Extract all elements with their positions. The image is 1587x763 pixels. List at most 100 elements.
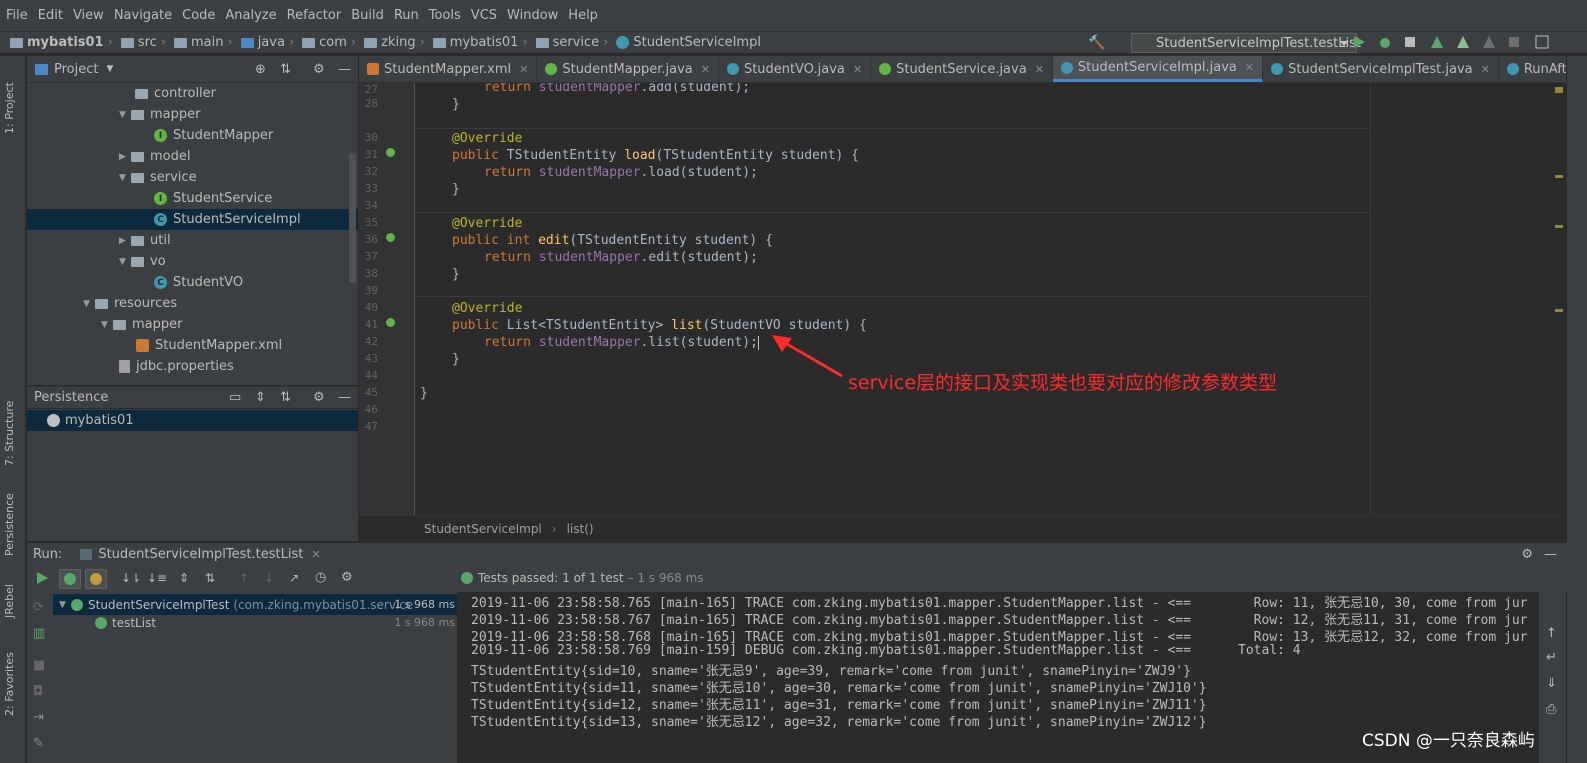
tree-item-model[interactable]: ▶ model [119,146,190,167]
breadcrumb-class[interactable]: StudentServiceImpl [424,522,542,536]
gear-icon[interactable]: ⚙ [1521,547,1533,562]
camera-icon[interactable]: ◘ [33,684,43,699]
tab-studentvo-java[interactable]: StudentVO.java ✕ [719,56,872,82]
menu-tools[interactable]: Tools [429,8,461,23]
implements-marker-icon[interactable] [386,148,395,157]
next-test-icon[interactable]: ↓ [264,571,274,585]
build-hammer-icon[interactable]: 🔨 [1088,35,1105,51]
locate-icon[interactable]: ⊕ [255,62,266,77]
tab-studentserviceimpltest-java[interactable]: StudentServiceImplTest.java ✕ [1263,56,1499,82]
crumb-src[interactable]: src › [120,35,170,50]
tree-item-vo[interactable]: ▼ vo [119,251,166,272]
attach-icon[interactable] [1482,35,1496,49]
persistence-item-mybatis01[interactable]: mybatis01 [27,410,358,431]
gear-icon[interactable]: ⚙ [313,390,325,405]
collapse-all-icon[interactable]: ⇅ [280,390,291,405]
close-icon[interactable]: ✕ [1481,63,1490,76]
tab-studentserviceimpl-java[interactable]: StudentServiceImpl.java ✕ [1052,56,1264,82]
close-icon[interactable]: ✕ [853,63,862,76]
menu-vcs[interactable]: VCS [471,8,497,23]
up-icon[interactable]: ↑ [1546,626,1557,641]
crumb-class[interactable]: StudentServiceImpl [616,35,761,50]
soft-wrap-icon[interactable]: ↵ [1546,650,1557,665]
editor-scrollbar[interactable] [1552,83,1566,515]
menu-navigate[interactable]: Navigate [114,8,172,23]
exit-icon[interactable]: ⇥ [33,710,44,725]
expand-all-icon[interactable]: ⇕ [255,390,266,405]
run-configuration-select[interactable]: StudentServiceImplTest.testList [1131,33,1361,53]
tree-scrollbar[interactable] [349,153,356,283]
minimize-icon[interactable]: — [338,62,351,77]
tree-item-resources[interactable]: ▼ resources [83,293,177,314]
crumb-project[interactable]: mybatis01 › [10,35,117,50]
favorites-tool-button[interactable]: 2: Favorites [3,644,16,716]
debug-icon[interactable] [1378,35,1392,49]
tree-item-mapper[interactable]: ▼ mapper [119,104,200,125]
menu-window[interactable]: Window [507,8,558,23]
sort-alpha-icon[interactable]: ↓⇂ [121,571,141,585]
close-icon[interactable]: ✕ [701,63,710,76]
tree-item-util[interactable]: ▶ util [119,230,171,251]
code-editor[interactable]: return studentMapper.add(student); } @Ov… [416,83,1566,515]
persistence-tool-button[interactable]: Persistence [3,476,16,556]
tree-item-studentservice[interactable]: I StudentService [154,188,272,209]
crumb-service[interactable]: service › [535,35,613,50]
rerun-icon[interactable] [35,571,49,589]
collapse-all-icon[interactable]: ⇅ [205,571,215,585]
show-passed-toggle[interactable] [59,569,81,589]
chevron-down-icon[interactable]: ▼ [106,64,113,74]
coverage-icon[interactable] [1403,35,1417,49]
history-icon[interactable]: ◷ [315,570,326,585]
crumb-java[interactable]: java › [240,35,298,50]
project-tool-button[interactable]: 1: Project [3,64,16,134]
gear-icon[interactable]: ⚙ [341,570,353,585]
gear-icon[interactable]: ⚙ [313,62,325,77]
breadcrumb-method[interactable]: list() [567,522,594,536]
stop-icon[interactable] [1507,35,1521,49]
crumb-main[interactable]: main › [174,35,237,50]
run-icon[interactable] [1352,35,1366,49]
toggle-auto-test-icon[interactable]: ⟳ [33,600,44,615]
jrebel-debug-icon[interactable] [1456,35,1470,49]
crumb-mybatis01[interactable]: mybatis01 › [432,35,532,50]
tab-studentmapper-java[interactable]: StudentMapper.java ✕ [537,56,719,82]
console-icon[interactable]: ▭ [229,390,241,405]
export-icon[interactable]: ↗ [289,571,299,585]
menu-analyze[interactable]: Analyze [225,8,276,23]
pin-icon[interactable]: ✎ [33,736,44,751]
implements-marker-icon[interactable] [386,318,395,327]
menu-refactor[interactable]: Refactor [287,8,342,23]
close-icon[interactable]: ✕ [519,63,528,76]
jrebel-run-icon[interactable] [1430,35,1444,49]
collapse-icon[interactable]: ⇅ [280,62,291,77]
implements-marker-icon[interactable] [386,233,395,242]
crumb-zking[interactable]: zking › [364,35,429,50]
minimize-icon[interactable]: — [338,390,351,405]
menu-run[interactable]: Run [394,8,419,23]
tree-item-studentmapper-xml[interactable]: StudentMapper.xml [136,335,282,356]
tree-item-service[interactable]: ▼ service [119,167,197,188]
close-icon[interactable]: ✕ [311,548,320,561]
minimize-icon[interactable]: — [1544,547,1557,562]
run-tab[interactable]: StudentServiceImplTest.testList ✕ [80,547,321,562]
coverage-icon[interactable]: ▥ [33,626,45,641]
project-structure-icon[interactable] [1535,35,1549,49]
menu-view[interactable]: View [73,8,104,23]
tree-item-resources-mapper[interactable]: ▼ mapper [101,314,182,335]
expand-all-icon[interactable]: ⇕ [179,571,189,585]
tree-item-studentvo[interactable]: C StudentVO [154,272,243,293]
prev-test-icon[interactable]: ↑ [239,571,249,585]
jrebel-tool-button[interactable]: JRebel [3,572,16,618]
project-view-select[interactable]: Project [54,62,98,77]
tree-item-jdbc-properties[interactable]: jdbc.properties [119,356,234,377]
tab-studentmapper-xml[interactable]: StudentMapper.xml ✕ [359,56,538,82]
tree-item-controller[interactable]: controller [135,83,216,104]
menu-code[interactable]: Code [182,8,215,23]
show-ignored-toggle[interactable] [85,569,107,589]
close-icon[interactable]: ✕ [1245,61,1254,74]
menu-build[interactable]: Build [351,8,384,23]
stop-icon[interactable]: ■ [33,658,45,673]
close-icon[interactable]: ✕ [1035,63,1044,76]
tree-item-studentmapper[interactable]: I StudentMapper [154,125,273,146]
print-icon[interactable]: ⎙ [1546,702,1556,717]
